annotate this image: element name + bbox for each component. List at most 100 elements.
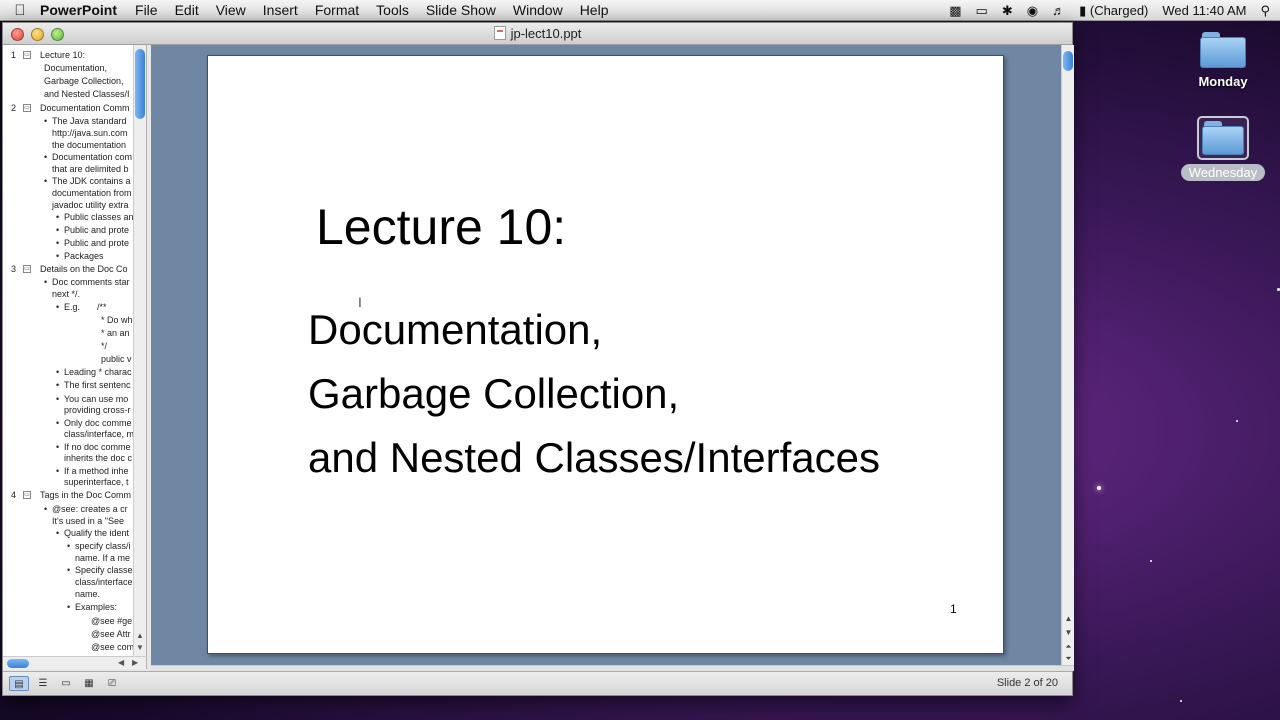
next-slide-icon[interactable]: ⏷ [1063,653,1074,665]
outline-line: * Do wh [101,315,133,325]
ppt-document-icon [493,26,506,40]
slide-subtitle[interactable]: Documentation, Garbage Collection, and N… [308,298,880,490]
outline-line: inherits the doc c [64,453,133,463]
slide-vertical-scrollbar[interactable]: ▲ ▼ ⏶ ⏷ [1061,45,1074,665]
outline-text: Tags in the Doc Comm [40,490,132,500]
outline-line: Garbage Collection, [44,76,124,86]
outline-line: superinterface, t [64,477,129,487]
menu-format[interactable]: Format [315,2,359,18]
status-bar: ▤ ☰ ▭ ▦ ⎚ Slide 2 of 20 [3,671,1072,695]
slide-sorter-icon[interactable]: ▦ [79,676,99,691]
scroll-down-arrow-icon[interactable]: ▼ [136,643,144,652]
outline-bullet: Specify classe [67,564,132,576]
menu-bar:  PowerPoint File Edit View Insert Forma… [0,0,1280,21]
outline-bullet: The first sentenc [56,379,130,391]
outline-bullet: Qualify the ident [56,527,129,539]
outline-view-icon[interactable]: ☰ [33,676,53,691]
outline-bullet: Leading * charac [56,366,132,378]
outline-line: @see Attr [91,629,131,639]
menu-insert[interactable]: Insert [263,2,298,18]
desktop-folder-wednesday[interactable]: Wednesday [1172,116,1274,182]
outline-horizontal-scrollbar[interactable]: ◀ ▶ [3,656,147,669]
document-title: jp-lect10.ppt [3,26,1072,41]
folder-icon [1200,32,1246,68]
scroll-right-arrow-icon[interactable]: ▶ [132,658,138,667]
slide-view-icon[interactable]: ▭ [56,676,76,691]
outline-line: It's used in a "See [52,516,124,526]
slide-show-icon[interactable]: ⎚ [102,676,122,691]
spotlight-search-icon[interactable]: ⚲ [1260,3,1270,19]
wifi-icon[interactable]: ◉ [1027,3,1038,19]
battery-status[interactable]: ▮ (Charged) [1079,3,1148,19]
scroll-up-arrow-icon[interactable]: ▲ [1063,613,1074,625]
slide-editing-area[interactable]: Lecture 10: Documentation, Garbage Colle… [151,45,1061,665]
desktop-folder-monday[interactable]: Monday [1186,32,1260,89]
outline-bullet: Packages [56,250,103,262]
title-bar[interactable]: jp-lect10.ppt [3,23,1072,45]
outline-text: Lecture 10: [40,50,86,60]
menu-tools[interactable]: Tools [376,2,409,18]
outline-line: and Nested Classes/I [44,89,130,99]
slide-title[interactable]: Lecture 10: [316,198,566,256]
outline-line: documentation from [52,188,132,198]
film-icon[interactable]: ▩ [949,3,961,19]
document-title-text: jp-lect10.ppt [510,26,582,41]
outline-vertical-scrollbar[interactable]: ▲ ▼ [133,45,146,656]
slide-number: 1 [950,602,957,616]
outline-line: Documentation, [44,63,108,73]
slide-count: Slide 2 of 20 [996,677,1058,689]
outline-line: */ [101,341,108,351]
menu-view[interactable]: View [216,2,246,18]
outline-line: /** [97,302,107,312]
outline-slide-number: 4 [11,490,17,500]
previous-slide-icon[interactable]: ⏶ [1063,641,1074,653]
menu-file[interactable]: File [135,2,158,18]
outline-line: http://java.sun.com [52,128,128,138]
slide-thumbnail-icon: ▭ [23,265,31,273]
display-icon[interactable]: ▭ [976,3,988,19]
folder-icon [1202,121,1244,155]
volume-icon[interactable]: ♬ [1052,3,1065,18]
slide-canvas[interactable]: Lecture 10: Documentation, Garbage Colle… [207,55,1004,654]
menu-help[interactable]: Help [580,2,609,18]
outline-line: class/interface [75,577,133,587]
outline-pane[interactable]: 1 ▭ Lecture 10: Documentation, Garbage C… [3,45,147,656]
outline-bullet: Examples: [67,601,117,613]
menu-slide-show[interactable]: Slide Show [426,2,496,18]
outline-bullet: Public and prote [56,237,129,249]
outline-line: name. [75,589,101,599]
outline-bullet: specify class/i [67,540,130,552]
outline-line: public v [101,354,132,364]
outline-bullet: The JDK contains a [44,175,131,187]
menu-window[interactable]: Window [513,2,563,18]
desktop-icon-label: Wednesday [1180,164,1266,181]
battery-icon: ▮ [1079,2,1087,18]
scroll-left-arrow-icon[interactable]: ◀ [118,658,124,667]
bluetooth-icon[interactable]: ✱ [1002,3,1013,19]
scroll-down-arrow-icon[interactable]: ▼ [1063,627,1074,639]
outline-hscroll-thumb[interactable] [7,659,29,668]
desktop-icon-label: Monday [1198,74,1248,89]
outline-line: providing cross-r [64,405,131,415]
outline-bullet: E.g. [56,301,80,313]
outline-slide-number: 2 [11,103,17,113]
outline-line: javadoc utility extra [52,200,129,210]
normal-view-icon[interactable]: ▤ [9,676,29,691]
slide-scroll-thumb[interactable] [1063,51,1073,71]
apple-menu-icon[interactable]:  [0,2,40,19]
slide-thumbnail-icon: ▭ [23,104,31,112]
outline-line: name. If a me [75,553,131,563]
subtitle-line: Documentation, [308,306,603,353]
outline-line: * an an [101,328,130,338]
outline-text: Documentation Comm [40,103,130,113]
menu-edit[interactable]: Edit [175,2,199,18]
outline-bullet: The Java standard [44,115,126,127]
outline-scroll-thumb[interactable] [135,49,145,119]
battery-label: (Charged) [1089,2,1149,18]
clock[interactable]: Wed 11:40 AM [1162,3,1246,18]
scroll-up-arrow-icon[interactable]: ▲ [136,631,144,640]
outline-line: the documentation [52,140,127,150]
star [1097,486,1101,490]
star [1150,560,1152,562]
app-menu[interactable]: PowerPoint [40,2,117,18]
